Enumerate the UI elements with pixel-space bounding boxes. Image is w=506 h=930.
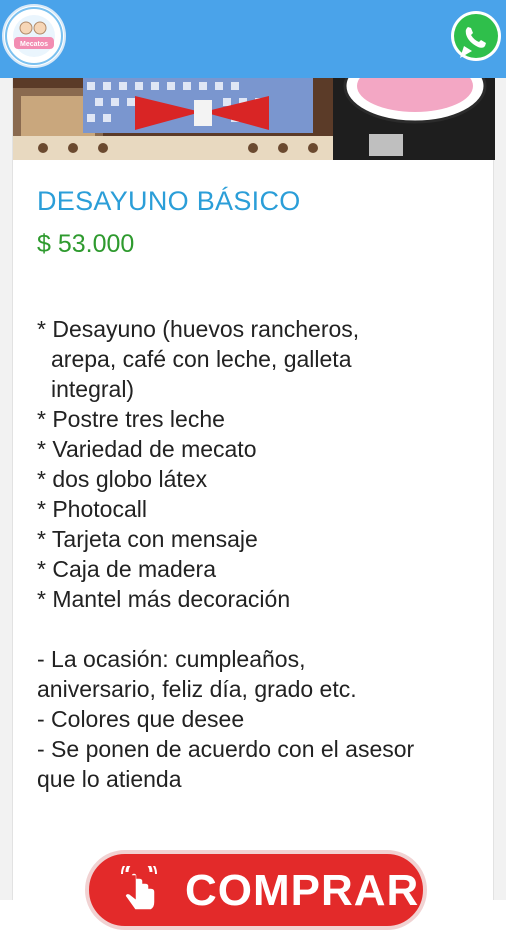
description-line: integral) xyxy=(51,376,135,402)
description-line: aniversario, feliz día, grado etc. xyxy=(37,676,357,702)
brand-logo[interactable]: Mecatos xyxy=(2,4,66,68)
page-gutter-left xyxy=(0,78,12,900)
product-description: * Desayuno (huevos rancheros, arepa, caf… xyxy=(37,314,487,794)
product-price: $ 53.000 xyxy=(37,230,135,258)
buy-button-label: COMPRAR xyxy=(185,866,420,915)
description-line: * Variedad de mecato xyxy=(37,436,257,462)
description-line: * Caja de madera xyxy=(37,556,216,582)
logo-graphic: Mecatos xyxy=(5,7,63,65)
description-line: * Tarjeta con mensaje xyxy=(37,526,258,552)
svg-text:Mecatos: Mecatos xyxy=(20,41,48,48)
description-line: * Mantel más decoración xyxy=(37,586,291,612)
description-line: * Desayuno (huevos rancheros, xyxy=(37,316,360,342)
whatsapp-icon[interactable] xyxy=(447,8,505,66)
description-line: que lo atienda xyxy=(37,766,182,792)
buy-button[interactable]: COMPRAR xyxy=(85,850,427,930)
description-line: - Colores que desee xyxy=(37,706,245,732)
top-app-bar: Mecatos xyxy=(0,0,506,78)
product-image xyxy=(13,78,495,160)
description-line: * Photocall xyxy=(37,496,147,522)
product-card: DESAYUNO BÁSICO $ 53.000 * Desayuno (hue… xyxy=(12,78,495,930)
description-line: - Se ponen de acuerdo con el asesor xyxy=(37,736,415,762)
description-line: * dos globo látex xyxy=(37,466,208,492)
description-line: - La ocasión: cumpleaños, xyxy=(37,646,306,672)
product-title: DESAYUNO BÁSICO xyxy=(37,186,301,216)
description-line: * Postre tres leche xyxy=(37,406,225,432)
description-line: arepa, café con leche, galleta xyxy=(51,346,352,372)
tap-hand-icon xyxy=(121,866,157,911)
page-gutter-right xyxy=(494,78,506,900)
